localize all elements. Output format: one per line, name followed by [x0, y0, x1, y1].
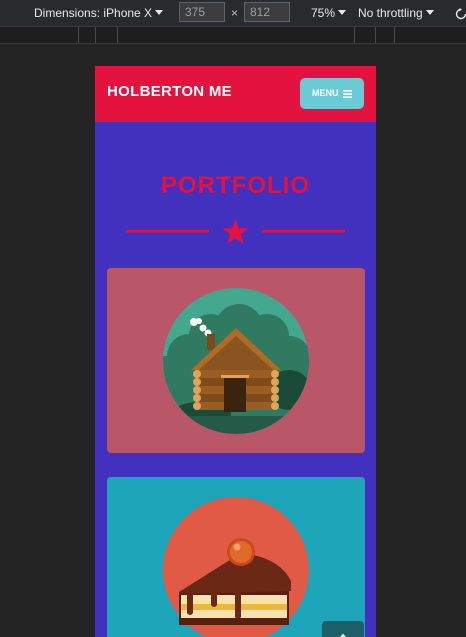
device-selector[interactable]: Dimensions: iPhone X: [34, 0, 164, 26]
log-cabin-icon: [163, 288, 309, 434]
site-header: HOLBERTON ME MENU: [95, 66, 376, 122]
width-input[interactable]: [179, 2, 225, 22]
hamburger-icon: [343, 89, 352, 98]
page-title: PORTFOLIO: [161, 172, 310, 199]
arrow-up-icon: [340, 633, 346, 637]
caret-down-icon: [338, 9, 347, 15]
brand-logo[interactable]: HOLBERTON ME: [107, 83, 232, 100]
menu-label: MENU: [311, 88, 339, 98]
throttling-label: No throttling: [358, 6, 423, 20]
caret-down-icon: [425, 9, 434, 15]
rotate-icon[interactable]: [455, 0, 466, 26]
cake-slice-icon: [163, 497, 309, 637]
dimension-separator: ×: [231, 6, 239, 20]
device-label: Dimensions: iPhone X: [34, 6, 153, 20]
zoom-label: 75%: [311, 6, 336, 20]
caret-down-icon: [155, 9, 164, 15]
star-icon: [222, 219, 249, 244]
device-viewport: HOLBERTON ME MENU PORTFOLIO: [95, 66, 376, 637]
menu-button[interactable]: MENU: [300, 78, 364, 109]
portfolio-card[interactable]: [107, 268, 365, 453]
scroll-to-top-button[interactable]: [322, 621, 364, 637]
throttling-selector[interactable]: No throttling: [358, 0, 434, 26]
title-divider: [126, 219, 345, 244]
height-input[interactable]: [244, 2, 290, 22]
devtools-device-toolbar: Dimensions: iPhone X × 75% No throttling: [0, 0, 466, 27]
portfolio-card[interactable]: [107, 477, 365, 637]
zoom-selector[interactable]: 75%: [311, 0, 347, 26]
media-query-ruler: [0, 27, 466, 44]
